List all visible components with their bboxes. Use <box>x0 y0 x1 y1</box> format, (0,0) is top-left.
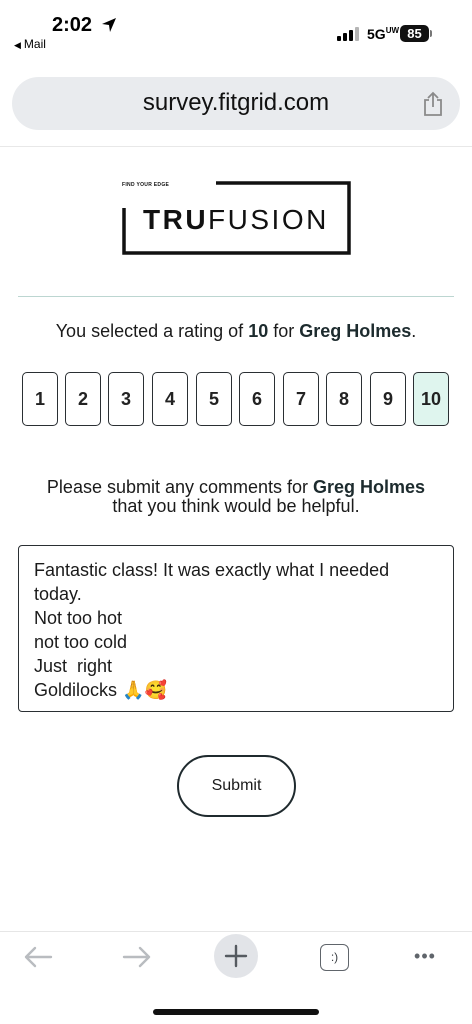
plus-icon <box>224 944 248 968</box>
selected-rating-value: 10 <box>248 321 269 341</box>
more-icon[interactable]: ••• <box>408 942 442 970</box>
cellular-signal-icon <box>337 27 361 41</box>
url-text[interactable]: survey.fitgrid.com <box>12 89 460 117</box>
location-arrow-icon <box>102 18 116 32</box>
battery-icon: 85 <box>400 25 429 42</box>
rating-button-1[interactable]: 1 <box>22 372 58 426</box>
url-divider <box>0 146 472 147</box>
comment-line: Goldilocks 🙏🥰 <box>34 680 167 700</box>
comment-line: Not too hot <box>34 608 123 628</box>
back-arrow-icon[interactable] <box>22 939 54 975</box>
rating-button-2[interactable]: 2 <box>65 372 101 426</box>
more-label: ••• <box>414 946 436 966</box>
rating-summary: You selected a rating of 10 for Greg Hol… <box>55 321 417 341</box>
comment-line: Just right <box>34 656 113 676</box>
tabs-label: :) <box>330 950 339 964</box>
rating-scale: 1 2 3 4 5 6 7 8 9 10 <box>22 372 452 426</box>
trufusion-logo: FIND YOUR EDGE TRUFUSION <box>122 180 352 256</box>
rating-button-9[interactable]: 9 <box>370 372 406 426</box>
rating-button-6[interactable]: 6 <box>239 372 275 426</box>
submit-button[interactable]: Submit <box>177 755 296 817</box>
battery-level: 85 <box>407 26 422 41</box>
back-to-app-link[interactable]: ◀ Mail <box>14 37 46 51</box>
section-divider <box>18 296 454 297</box>
rating-button-5[interactable]: 5 <box>196 372 232 426</box>
toolbar-divider <box>0 931 472 932</box>
address-bar[interactable]: survey.fitgrid.com <box>12 77 460 130</box>
network-indicator: 5GUW <box>367 26 400 42</box>
comment-line: Fantastic class! It was exactly what I n… <box>34 560 390 580</box>
comment-prompt: Please submit any comments for Greg Holm… <box>0 478 472 516</box>
back-app-label[interactable]: Mail <box>24 37 46 51</box>
status-time: 2:02 <box>52 14 93 36</box>
tabs-icon[interactable]: :) <box>320 944 349 971</box>
share-icon[interactable] <box>422 91 444 117</box>
forward-arrow-icon[interactable] <box>121 939 153 975</box>
comment-textarea[interactable]: Fantastic class! It was exactly what I n… <box>18 545 454 712</box>
home-indicator <box>153 1009 319 1015</box>
rating-button-8[interactable]: 8 <box>326 372 362 426</box>
comment-line: not too cold <box>34 632 128 652</box>
logo-tagline: FIND YOUR EDGE <box>122 182 170 188</box>
prompt-line-2: that you think would be helpful. <box>112 496 360 516</box>
battery-tip <box>430 30 432 37</box>
status-bar: 2:02 ◀ Mail 5GUW 85 <box>0 0 472 56</box>
comment-line: today. <box>34 584 82 604</box>
rating-button-7[interactable]: 7 <box>283 372 319 426</box>
logo-wordmark: TRUFUSION <box>143 204 329 235</box>
new-tab-button[interactable] <box>214 934 258 978</box>
rating-button-4[interactable]: 4 <box>152 372 188 426</box>
prompt-instructor-name: Greg Holmes <box>313 477 426 497</box>
rating-button-3[interactable]: 3 <box>108 372 144 426</box>
instructor-name: Greg Holmes <box>299 321 412 341</box>
rating-button-10[interactable]: 10 <box>413 372 449 426</box>
